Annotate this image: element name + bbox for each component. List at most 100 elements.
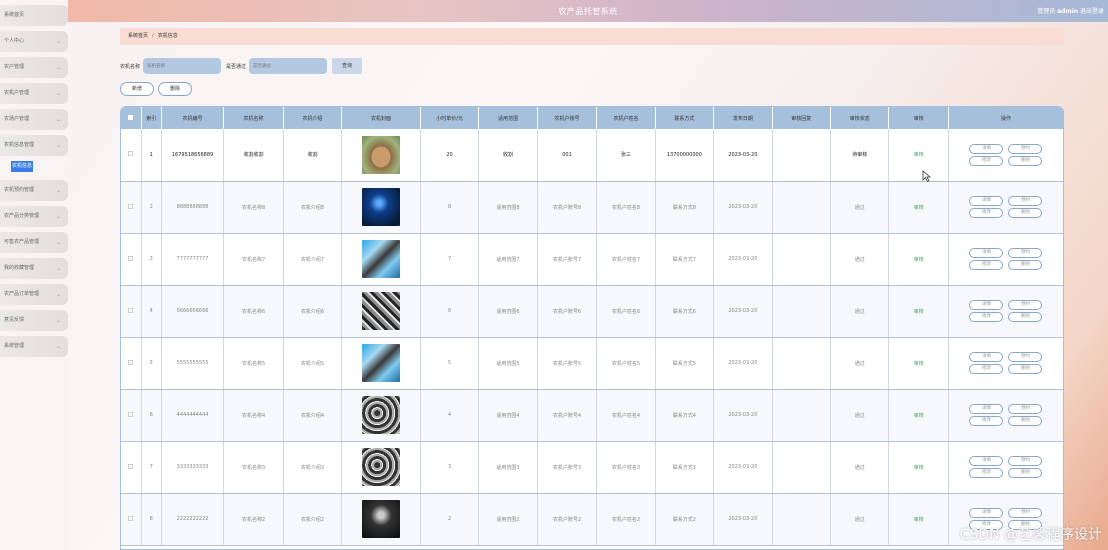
row-select-cell[interactable] <box>121 181 142 234</box>
operations-cell: 详情 预约 修改 删除 <box>948 285 1063 338</box>
query-button[interactable]: 查询 <box>332 58 363 74</box>
machine-name-input[interactable] <box>143 58 222 74</box>
machine-cover-image[interactable] <box>362 188 401 226</box>
reserve-button[interactable]: 预约 <box>1008 300 1043 310</box>
contact: 联系方式7 <box>655 233 715 286</box>
edit-button[interactable]: 修改 <box>969 312 1004 322</box>
audit-link[interactable]: 审核 <box>914 205 924 211</box>
audit-link[interactable]: 审核 <box>914 152 924 158</box>
row-select-cell[interactable] <box>121 233 142 286</box>
row-select-cell[interactable] <box>121 129 142 182</box>
select-all-checkbox[interactable] <box>128 114 134 120</box>
audit-cell: 审核 <box>888 389 949 442</box>
delete-row-button[interactable]: 删除 <box>1008 364 1043 374</box>
edit-button[interactable]: 修改 <box>969 416 1004 426</box>
sidebar-item[interactable]: 系统管理 ⌄ <box>0 336 68 357</box>
audit-reply <box>772 181 832 234</box>
table-header-row: 索引 农机编号 农机名称 农机介绍 农机封面 小时单价/元 适用范围 农机户账号 农机户姓名 联系… <box>121 107 1063 129</box>
edit-button[interactable]: 修改 <box>969 208 1004 218</box>
delete-row-button[interactable]: 删除 <box>1008 155 1043 166</box>
row-checkbox[interactable] <box>128 151 134 157</box>
delete-row-button[interactable]: 删除 <box>1008 468 1043 478</box>
sidebar-item[interactable]: 农产品订单管理 ⌄ <box>0 284 68 305</box>
add-button[interactable]: 新增 <box>120 82 154 96</box>
sidebar-item[interactable]: 可售农产品管理 ⌄ <box>0 232 68 253</box>
delete-row-button[interactable]: 删除 <box>1008 260 1043 270</box>
audit-link[interactable]: 审核 <box>914 257 924 263</box>
row-checkbox[interactable] <box>128 307 134 313</box>
machine-cover-image[interactable] <box>362 344 401 382</box>
detail-button[interactable]: 详情 <box>969 300 1004 310</box>
row-checkbox[interactable] <box>128 255 134 261</box>
reserve-button[interactable]: 预约 <box>1008 248 1043 258</box>
edit-button[interactable]: 修改 <box>969 364 1004 374</box>
chevron-down-icon: ⌄ <box>55 265 61 272</box>
audit-link[interactable]: 审核 <box>914 309 924 315</box>
sidebar-item[interactable]: 农产品分类管理 ⌄ <box>0 206 68 227</box>
sidebar-item[interactable]: 农场户管理 ⌄ <box>0 109 68 130</box>
machine-cover-image[interactable] <box>362 396 401 434</box>
row-select-cell[interactable] <box>121 389 142 442</box>
edit-button[interactable]: 修改 <box>969 468 1004 478</box>
reserve-button[interactable]: 预约 <box>1008 508 1043 518</box>
edit-button[interactable]: 修改 <box>969 260 1004 270</box>
row-checkbox[interactable] <box>128 203 134 209</box>
row-select-cell[interactable] <box>121 493 142 546</box>
select-all-header[interactable] <box>121 107 142 129</box>
breadcrumb-home[interactable]: 系统首页 <box>128 33 148 39</box>
approved-select[interactable] <box>249 58 328 74</box>
operation-buttons: 详情 预约 修改 删除 <box>949 196 1063 218</box>
edit-button[interactable]: 修改 <box>969 155 1004 166</box>
sidebar-item[interactable]: 农户管理 ⌄ <box>0 57 68 78</box>
sidebar-item[interactable]: 农机预约管理 ⌄ <box>0 180 68 201</box>
row-checkbox[interactable] <box>128 463 134 469</box>
detail-button[interactable]: 详情 <box>969 456 1004 466</box>
row-select-cell[interactable] <box>121 337 142 390</box>
audit-status: 待审核 <box>830 129 890 182</box>
owner-account: 农机户账号8 <box>537 181 598 234</box>
detail-button[interactable]: 详情 <box>969 508 1004 518</box>
detail-button[interactable]: 详情 <box>969 404 1004 414</box>
sidebar-item[interactable]: 个人中心 ⌄ <box>0 31 68 52</box>
reserve-button[interactable]: 预约 <box>1008 404 1043 414</box>
detail-button[interactable]: 详情 <box>969 196 1004 206</box>
row-select-cell[interactable] <box>121 441 142 494</box>
reserve-button[interactable]: 预约 <box>1008 196 1043 206</box>
audit-link[interactable]: 审核 <box>914 465 924 471</box>
sidebar-item[interactable]: 系统首页 <box>0 5 68 26</box>
reserve-button[interactable]: 预约 <box>1008 352 1043 362</box>
machine-cover-image[interactable] <box>362 292 401 330</box>
reserve-button[interactable]: 预约 <box>1008 456 1043 466</box>
audit-link[interactable]: 审核 <box>914 361 924 367</box>
publish-date: 2023-03-20 <box>713 285 773 338</box>
audit-link[interactable]: 审核 <box>914 413 924 419</box>
delete-row-button[interactable]: 删除 <box>1008 416 1043 426</box>
sidebar-item[interactable]: 农机信息管理 ⌄ <box>0 135 68 156</box>
audit-link[interactable]: 审核 <box>914 517 924 523</box>
row-checkbox[interactable] <box>128 411 134 417</box>
delete-row-button[interactable]: 删除 <box>1008 208 1043 218</box>
machine-cover-image[interactable] <box>362 135 401 174</box>
row-checkbox[interactable] <box>128 515 134 521</box>
hourly-price: 8 <box>420 181 480 234</box>
detail-button[interactable]: 详情 <box>969 143 1004 154</box>
sidebar-subitem-active[interactable]: 农机信息 <box>0 158 68 175</box>
detail-button[interactable]: 详情 <box>969 352 1004 362</box>
logout-link[interactable]: 退出登录 <box>1080 8 1104 15</box>
audit-cell: 审核 <box>888 285 949 338</box>
scope: 适用范围2 <box>478 493 538 546</box>
row-select-cell[interactable] <box>121 285 142 338</box>
sidebar-item[interactable]: 我的收藏管理 ⌄ <box>0 258 68 279</box>
sidebar-item[interactable]: 农机户管理 ⌄ <box>0 83 68 104</box>
row-checkbox[interactable] <box>128 359 134 365</box>
delete-row-button[interactable]: 删除 <box>1008 312 1043 322</box>
machine-cover-image[interactable] <box>362 240 401 278</box>
sidebar-item[interactable]: 意见反馈 ⌄ <box>0 310 68 331</box>
reserve-button[interactable]: 预约 <box>1008 143 1043 154</box>
column-header: 审核 <box>888 107 949 129</box>
audit-reply <box>772 337 832 390</box>
machine-cover-image[interactable] <box>362 500 401 538</box>
machine-cover-image[interactable] <box>362 448 401 486</box>
delete-button[interactable]: 删除 <box>158 82 192 96</box>
detail-button[interactable]: 详情 <box>969 248 1004 258</box>
